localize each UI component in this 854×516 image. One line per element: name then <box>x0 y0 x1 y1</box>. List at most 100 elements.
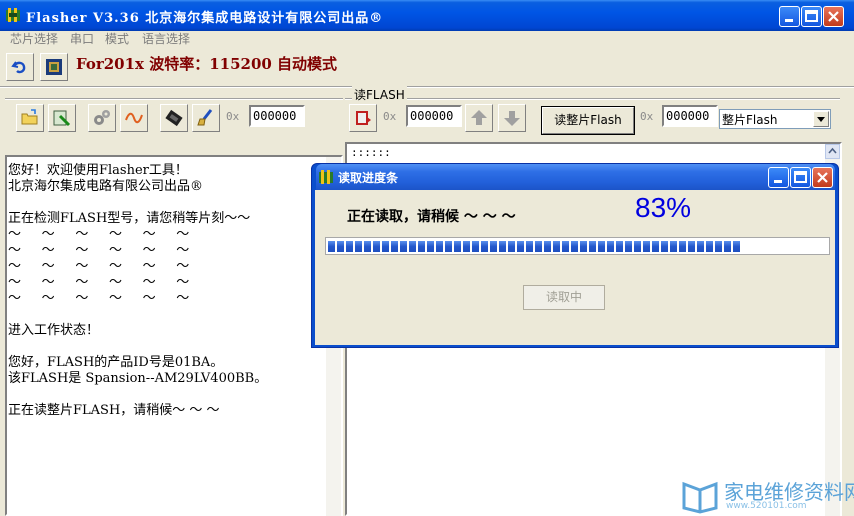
chip-button[interactable] <box>40 53 68 81</box>
menu-serial-port[interactable]: 串口 <box>70 31 94 47</box>
progress-segment <box>688 241 695 252</box>
settings-button[interactable] <box>88 104 116 132</box>
minimize-button[interactable] <box>779 6 800 27</box>
progress-segment <box>454 241 461 252</box>
progress-segment <box>346 241 353 252</box>
book-logo-icon <box>682 481 718 514</box>
progress-segment <box>715 241 722 252</box>
minimize-icon <box>774 180 782 183</box>
watermark-logo: 家电维修资料网 www.520101.com <box>680 474 854 514</box>
dialog-body: 正在读取，请稍候 ～ ～ ～ 83% 读取中 <box>315 190 835 345</box>
progress-segment <box>364 241 371 252</box>
progress-segment <box>661 241 668 252</box>
menu-mode[interactable]: 模式 <box>105 31 129 47</box>
connection-info: For201x 波特率：115200 自动模式 <box>76 55 338 73</box>
progress-segment <box>526 241 533 252</box>
arrow-down-icon <box>504 111 520 126</box>
read-output-line: :::::: <box>351 146 391 159</box>
progress-segment <box>670 241 677 252</box>
flash-mode-select[interactable]: 整片Flash <box>719 109 831 129</box>
progress-segment <box>724 241 731 252</box>
verify-button[interactable] <box>48 104 76 132</box>
dialog-maximize-button[interactable] <box>790 167 811 188</box>
scroll-up-button[interactable] <box>825 144 840 159</box>
progress-segment <box>589 241 596 252</box>
log-line: 正在读整片FLASH，请稍候～ ～ ～ <box>8 403 220 418</box>
open-file-button[interactable] <box>16 104 44 132</box>
read-status-text: 正在读取，请稍候 ～ ～ ～ <box>347 209 516 225</box>
progress-segment <box>427 241 434 252</box>
progress-segment <box>733 241 740 252</box>
end-address-prefix: 0x <box>640 110 654 123</box>
read-flash-group-label: 读FLASH <box>352 86 407 103</box>
progress-segment <box>373 241 380 252</box>
read-full-flash-button[interactable]: 读整片Flash <box>541 106 635 135</box>
toolbar-separator <box>0 86 854 88</box>
program-button[interactable] <box>160 104 188 132</box>
log-content: 您好！欢迎使用Flasher工具！ 北京海尔集成电路有限公司出品® 正在检测FL… <box>5 155 327 516</box>
chevron-down-icon <box>817 117 825 122</box>
read-full-flash-label: 读整片Flash <box>554 113 622 127</box>
maximize-icon <box>794 171 807 183</box>
read-down-button[interactable] <box>498 104 526 132</box>
progress-segment <box>328 241 335 252</box>
progress-segment <box>679 241 686 252</box>
verify-icon <box>53 110 71 127</box>
reset-button[interactable] <box>6 53 34 81</box>
end-address-input[interactable]: 000000 <box>662 105 718 127</box>
progress-segment <box>490 241 497 252</box>
progress-segment <box>607 241 614 252</box>
watermark-url: www.520101.com <box>726 501 807 511</box>
progress-bar <box>325 237 830 255</box>
maximize-button[interactable] <box>801 6 822 27</box>
progress-segment <box>409 241 416 252</box>
progress-segment <box>535 241 542 252</box>
log-line: ～ ～ ～ ～ ～ ～ <box>8 291 190 306</box>
close-icon <box>828 11 839 22</box>
menu-chip-select[interactable]: 芯片选择 <box>10 31 58 47</box>
progress-segment <box>355 241 362 252</box>
read-up-button[interactable] <box>465 104 493 132</box>
progress-segment <box>562 241 569 252</box>
progress-segment <box>391 241 398 252</box>
open-folder-icon <box>21 109 38 125</box>
app-icon <box>6 8 20 22</box>
undo-icon <box>11 61 26 74</box>
dropdown-button[interactable] <box>813 111 829 127</box>
progress-segment <box>481 241 488 252</box>
progress-fill <box>326 238 829 254</box>
progress-segment <box>634 241 641 252</box>
scroll-up-icon <box>828 147 837 154</box>
close-button[interactable] <box>823 6 844 27</box>
read-address-input[interactable]: 000000 <box>406 105 462 127</box>
brush-icon <box>197 109 213 126</box>
progress-segment <box>472 241 479 252</box>
log-line: 进入工作状态！ <box>8 323 100 338</box>
left-address-prefix: 0x <box>226 110 240 123</box>
log-line: 北京海尔集成电路有限公司出品® <box>8 179 204 194</box>
dialog-minimize-button[interactable] <box>768 167 789 188</box>
waveform-button[interactable] <box>120 104 148 132</box>
left-address-input[interactable]: 000000 <box>249 105 305 127</box>
progress-segment <box>580 241 587 252</box>
progress-percent: 83% <box>635 192 692 223</box>
left-panel-top-line <box>5 98 343 100</box>
progress-segment <box>625 241 632 252</box>
progress-segment <box>436 241 443 252</box>
read-address-prefix: 0x <box>383 110 397 123</box>
progress-segment <box>598 241 605 252</box>
minimize-icon <box>785 19 793 22</box>
dialog-close-button[interactable] <box>812 167 833 188</box>
right-panel-top-line <box>345 98 840 100</box>
dialog-app-icon <box>319 170 333 184</box>
window-title: Flasher V3.36 北京海尔集成电路设计有限公司出品® <box>26 11 384 26</box>
read-book-button[interactable] <box>349 104 377 132</box>
progress-segment <box>643 241 650 252</box>
log-line: 该FLASH是 Spansion--AM29LV400BB。 <box>8 371 268 386</box>
menu-language[interactable]: 语言选择 <box>142 31 190 47</box>
erase-button[interactable] <box>192 104 220 132</box>
progress-segment <box>445 241 452 252</box>
progress-segment <box>499 241 506 252</box>
progress-dialog: 读取进度条 正在读取，请稍候 ～ ～ ～ 83% 读取中 <box>311 163 839 348</box>
arrow-up-icon <box>471 110 487 125</box>
